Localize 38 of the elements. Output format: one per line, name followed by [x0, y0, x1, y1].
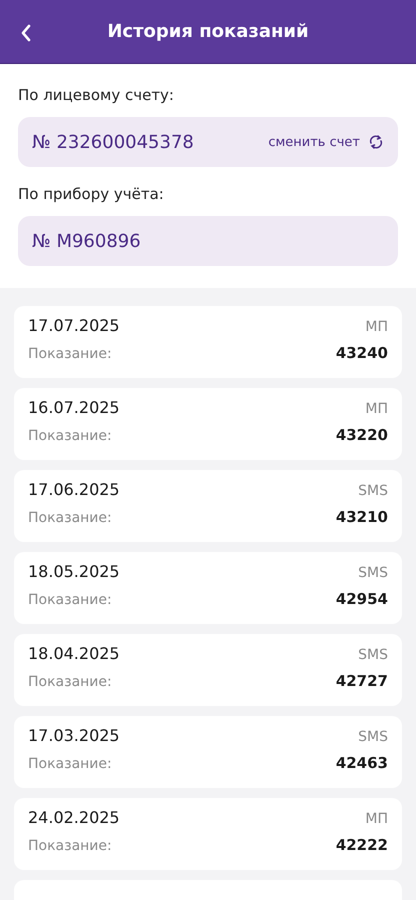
reading-value: 42222 — [336, 836, 388, 854]
reading-source: SMS — [358, 647, 388, 663]
reading-date: 17.07.2025 — [28, 316, 120, 335]
reading-value: 43240 — [336, 344, 388, 362]
reading-date: 24.02.2025 — [28, 808, 120, 827]
reading-value: 42727 — [336, 672, 388, 690]
reading-source: МП — [365, 319, 388, 335]
reading-source: МП — [365, 401, 388, 417]
reading-label: Показание: — [28, 838, 112, 854]
reading-source: SMS — [358, 483, 388, 499]
reading-source: МП — [365, 811, 388, 827]
reading-source: SMS — [358, 729, 388, 745]
reading-label: Показание: — [28, 428, 112, 444]
back-icon — [20, 24, 32, 42]
meter-number: № М960896 — [32, 230, 141, 252]
reading-value: 43220 — [336, 426, 388, 444]
reading-date: 17.03.2025 — [28, 726, 120, 745]
reading-label: Показание: — [28, 510, 112, 526]
reading-date: 16.07.2025 — [28, 398, 120, 417]
account-field[interactable]: № 232600045378 сменить счет — [18, 117, 398, 167]
reading-date: 18.04.2025 — [28, 644, 120, 663]
field-label: По лицевому счету: — [18, 86, 175, 104]
reading-label: Показание: — [28, 592, 112, 608]
reading-label: Показание: — [28, 756, 112, 772]
change-account-button[interactable]: сменить счет — [268, 134, 384, 150]
screen-title: История показаний — [107, 21, 309, 42]
reading-source: SMS — [358, 565, 388, 581]
reading-value: 42954 — [336, 590, 388, 608]
reading-date: 17.06.2025 — [28, 480, 120, 499]
refresh-icon — [368, 134, 384, 150]
reading-value: 43210 — [336, 508, 388, 526]
field-label: По прибору учёта: — [18, 185, 165, 203]
reading-label: Показание: — [28, 674, 112, 690]
meter-field[interactable]: № М960896 — [18, 216, 398, 266]
account-number: № 232600045378 — [32, 132, 194, 152]
reading-value: 42463 — [336, 754, 388, 772]
reading-date: 18.05.2025 — [28, 562, 120, 581]
reading-label: Показание: — [28, 346, 112, 362]
